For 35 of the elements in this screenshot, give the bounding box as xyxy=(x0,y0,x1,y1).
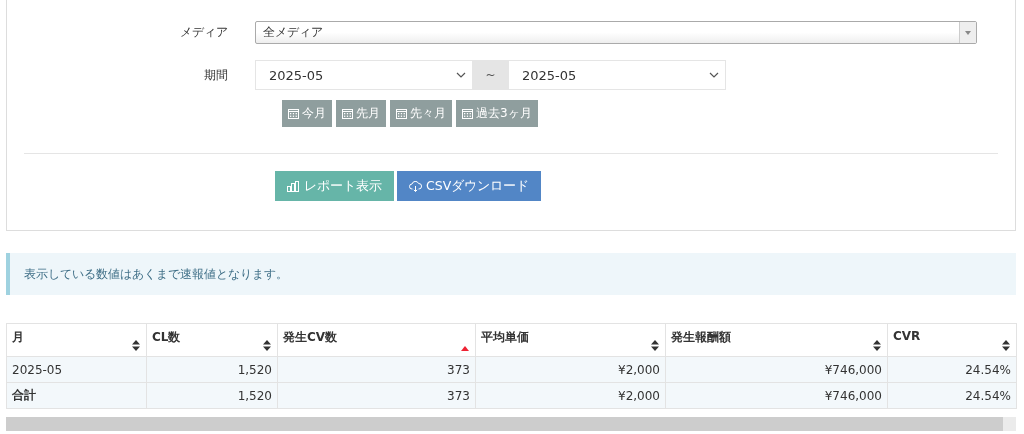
table-cell: ¥746,000 xyxy=(665,382,888,409)
table-cell: 2025-05 xyxy=(6,356,147,383)
column-header[interactable]: 発生CV数 xyxy=(277,323,476,357)
column-header[interactable]: 平均単価 xyxy=(475,323,666,357)
calendar-icon xyxy=(462,108,473,119)
table-cell: 24.54% xyxy=(887,356,1017,383)
cloud-download-icon xyxy=(409,180,422,192)
month-select[interactable]: 2025-05 xyxy=(508,60,726,90)
column-header[interactable]: 発生報酬額 xyxy=(665,323,888,357)
media-select[interactable]: 全メディア xyxy=(255,21,977,44)
csv-button[interactable]: CSVダウンロード xyxy=(397,171,542,201)
range-separator: ~ xyxy=(473,60,508,90)
chevron-down-icon xyxy=(709,72,719,78)
notice-text: 表示している数値はあくまで速報値となります。 xyxy=(24,266,288,282)
table-cell: 373 xyxy=(277,356,476,383)
table-cell: ¥2,000 xyxy=(475,382,666,409)
table-cell: ¥2,000 xyxy=(475,356,666,383)
table-cell: 24.54% xyxy=(887,382,1017,409)
calendar-icon xyxy=(288,108,299,119)
calendar-icon xyxy=(396,108,407,119)
chevron-down-icon xyxy=(456,72,466,78)
table-cell: 1,520 xyxy=(146,356,278,383)
table-cell: ¥746,000 xyxy=(665,356,888,383)
table-cell: 合計 xyxy=(6,382,147,409)
column-header[interactable]: CL数 xyxy=(146,323,278,357)
table-cell: 1,520 xyxy=(146,382,278,409)
calendar-icon xyxy=(342,108,353,119)
column-header[interactable]: 月 xyxy=(6,323,147,357)
caret-down-icon xyxy=(965,30,971,35)
month-select[interactable]: 2025-05 xyxy=(255,60,473,90)
field-label: 期間 xyxy=(203,66,229,84)
field-label: メディア xyxy=(179,24,229,41)
table-cell: 373 xyxy=(277,382,476,409)
bar-chart-icon xyxy=(287,180,300,192)
column-header[interactable]: CVR xyxy=(887,323,1017,357)
